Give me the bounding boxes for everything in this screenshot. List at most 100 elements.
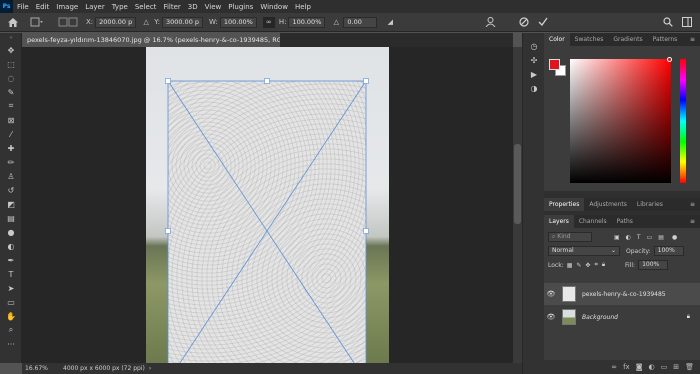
vertical-scrollbar[interactable] (513, 47, 522, 363)
blur-tool-icon[interactable]: ● (0, 225, 22, 239)
move-tool-icon[interactable]: ✥ (0, 43, 22, 57)
interpolation-icon[interactable]: ◢ (383, 18, 397, 26)
healing-brush-tool-icon[interactable]: ✚ (0, 141, 22, 155)
zoom-tool-icon[interactable]: ⌕ (0, 323, 22, 337)
lock-position-icon[interactable]: ✥ (585, 262, 590, 269)
layer-filter-kind[interactable]: ⌕ Kind (548, 232, 592, 242)
crop-tool-icon[interactable]: ⌗ (0, 99, 22, 113)
y-position-field[interactable]: 3000.00 p (161, 16, 204, 28)
tab-properties[interactable]: Properties (544, 198, 585, 211)
dodge-tool-icon[interactable]: ◐ (0, 239, 22, 253)
filter-shape-icon[interactable]: ▭ (647, 234, 653, 241)
vertical-scrollbar-thumb[interactable] (514, 144, 521, 224)
layer-row[interactable]: 👁︎ pexels-henry-&-co-1939485 (544, 283, 700, 305)
link-icon[interactable]: ∞ (262, 16, 275, 28)
menu-filter[interactable]: Filter (163, 3, 180, 11)
visibility-eye-icon[interactable]: 👁︎ (544, 290, 558, 298)
layer-name[interactable]: pexels-henry-&-co-1939485 (582, 291, 666, 298)
delete-layer-icon[interactable]: 🗑︎ (685, 363, 694, 371)
hue-slider[interactable] (680, 59, 686, 183)
menu-edit[interactable]: Edit (36, 3, 50, 11)
cancel-transform-icon[interactable] (518, 17, 530, 27)
menu-plugins[interactable]: Plugins (228, 3, 253, 11)
actions-panel-icon[interactable]: ▶ (523, 67, 545, 81)
color-picker-field[interactable] (570, 57, 672, 183)
canvas-area[interactable] (22, 47, 513, 363)
angle-field[interactable]: 0.00 (343, 16, 378, 28)
panel-menu-icon[interactable]: ≡ (690, 218, 695, 225)
panel-menu-icon[interactable]: ≡ (690, 36, 695, 43)
gradient-tool-icon[interactable]: ▤ (0, 211, 22, 225)
menu-window[interactable]: Window (260, 3, 288, 11)
filter-pixel-icon[interactable]: ▣ (614, 234, 620, 241)
fill-field[interactable]: 100% (638, 260, 669, 270)
history-panel-icon[interactable]: ◷ (523, 39, 545, 53)
x-position-field[interactable]: 2000.00 p (95, 16, 137, 28)
filter-toggle-icon[interactable]: ● (672, 234, 677, 241)
link-layers-icon[interactable]: ∞ (611, 363, 617, 371)
filter-type-icon[interactable]: T (637, 234, 641, 241)
search-icon[interactable] (662, 17, 674, 27)
adjustments-panel-icon[interactable]: ◑ (523, 81, 545, 95)
menu-view[interactable]: View (205, 3, 222, 11)
hand-tool-icon[interactable]: ✋ (0, 309, 22, 323)
tool-preset-picker-icon[interactable] (28, 17, 46, 27)
history-brush-tool-icon[interactable]: ↺ (0, 183, 22, 197)
layer-name[interactable]: Background (582, 314, 618, 321)
layer-row[interactable]: 👁︎ Background 🔒︎ (544, 306, 700, 328)
panel-menu-icon[interactable]: ≡ (690, 201, 695, 208)
width-field[interactable]: 100.00% (219, 16, 257, 28)
tab-gradients[interactable]: Gradients (608, 33, 647, 46)
foreground-color-swatch[interactable] (549, 59, 560, 70)
lock-artboard-icon[interactable]: ⌗ (594, 261, 597, 269)
tab-swatches[interactable]: Swatches (570, 33, 609, 46)
warp-mode-icon[interactable] (484, 17, 496, 27)
new-group-icon[interactable]: ▭ (661, 363, 668, 371)
path-selection-tool-icon[interactable]: ➤ (0, 281, 22, 295)
relative-position-icon[interactable]: △ (142, 18, 150, 26)
menu-type[interactable]: Type (112, 3, 128, 11)
reference-point-icon[interactable] (56, 17, 80, 27)
marquee-tool-icon[interactable]: ⬚ (0, 57, 22, 71)
tab-paths[interactable]: Paths (612, 215, 638, 228)
clone-stamp-tool-icon[interactable]: ♙ (0, 169, 22, 183)
new-layer-icon[interactable]: ⊞ (673, 363, 679, 371)
layer-style-icon[interactable]: fx (623, 363, 630, 371)
add-mask-icon[interactable]: ◙ (636, 363, 643, 371)
transform-bounding-box[interactable] (146, 47, 389, 363)
tab-channels[interactable]: Channels (574, 215, 612, 228)
opacity-field[interactable]: 100% (653, 246, 684, 256)
tab-color[interactable]: Color (544, 33, 570, 46)
quick-selection-tool-icon[interactable]: ✎ (0, 85, 22, 99)
filter-adjustment-icon[interactable]: ◐ (626, 234, 631, 241)
eyedropper-tool-icon[interactable]: ⁄ (0, 127, 22, 141)
pen-tool-icon[interactable]: ✒ (0, 253, 22, 267)
tab-adjustments[interactable]: Adjustments (584, 198, 632, 211)
brush-tool-icon[interactable]: ✏ (0, 155, 22, 169)
home-icon[interactable] (6, 17, 20, 27)
collapse-toolbar-icon[interactable]: » (0, 33, 22, 43)
menu-layer[interactable]: Layer (85, 3, 105, 11)
type-tool-icon[interactable]: T (0, 267, 22, 281)
height-field[interactable]: 100.00% (288, 16, 326, 28)
menu-help[interactable]: Help (295, 3, 311, 11)
eraser-tool-icon[interactable]: ◩ (0, 197, 22, 211)
visibility-eye-icon[interactable]: 👁︎ (544, 313, 558, 321)
brush-settings-icon[interactable]: ✣ (523, 53, 545, 67)
tab-layers[interactable]: Layers (544, 215, 574, 228)
lock-image-icon[interactable]: ✎ (576, 262, 581, 269)
document-tab[interactable]: pexels-feyza-yıldırım-13846070.jpg @ 16.… (22, 33, 280, 47)
frame-tool-icon[interactable]: ⊠ (0, 113, 22, 127)
workspace-icon[interactable] (681, 17, 693, 27)
menu-file[interactable]: File (17, 3, 29, 11)
menu-select[interactable]: Select (135, 3, 157, 11)
zoom-level[interactable]: 16.67% (25, 365, 63, 372)
lasso-tool-icon[interactable]: ◌ (0, 71, 22, 85)
status-menu-arrow-icon[interactable]: › (149, 365, 151, 372)
menu-image[interactable]: Image (56, 3, 78, 11)
filter-smart-object-icon[interactable]: ▤ (658, 234, 664, 241)
new-adjustment-layer-icon[interactable]: ◐ (649, 363, 655, 371)
lock-transparent-icon[interactable]: ▦ (567, 262, 573, 269)
tab-libraries[interactable]: Libraries (632, 198, 668, 211)
menu-3d[interactable]: 3D (188, 3, 198, 11)
